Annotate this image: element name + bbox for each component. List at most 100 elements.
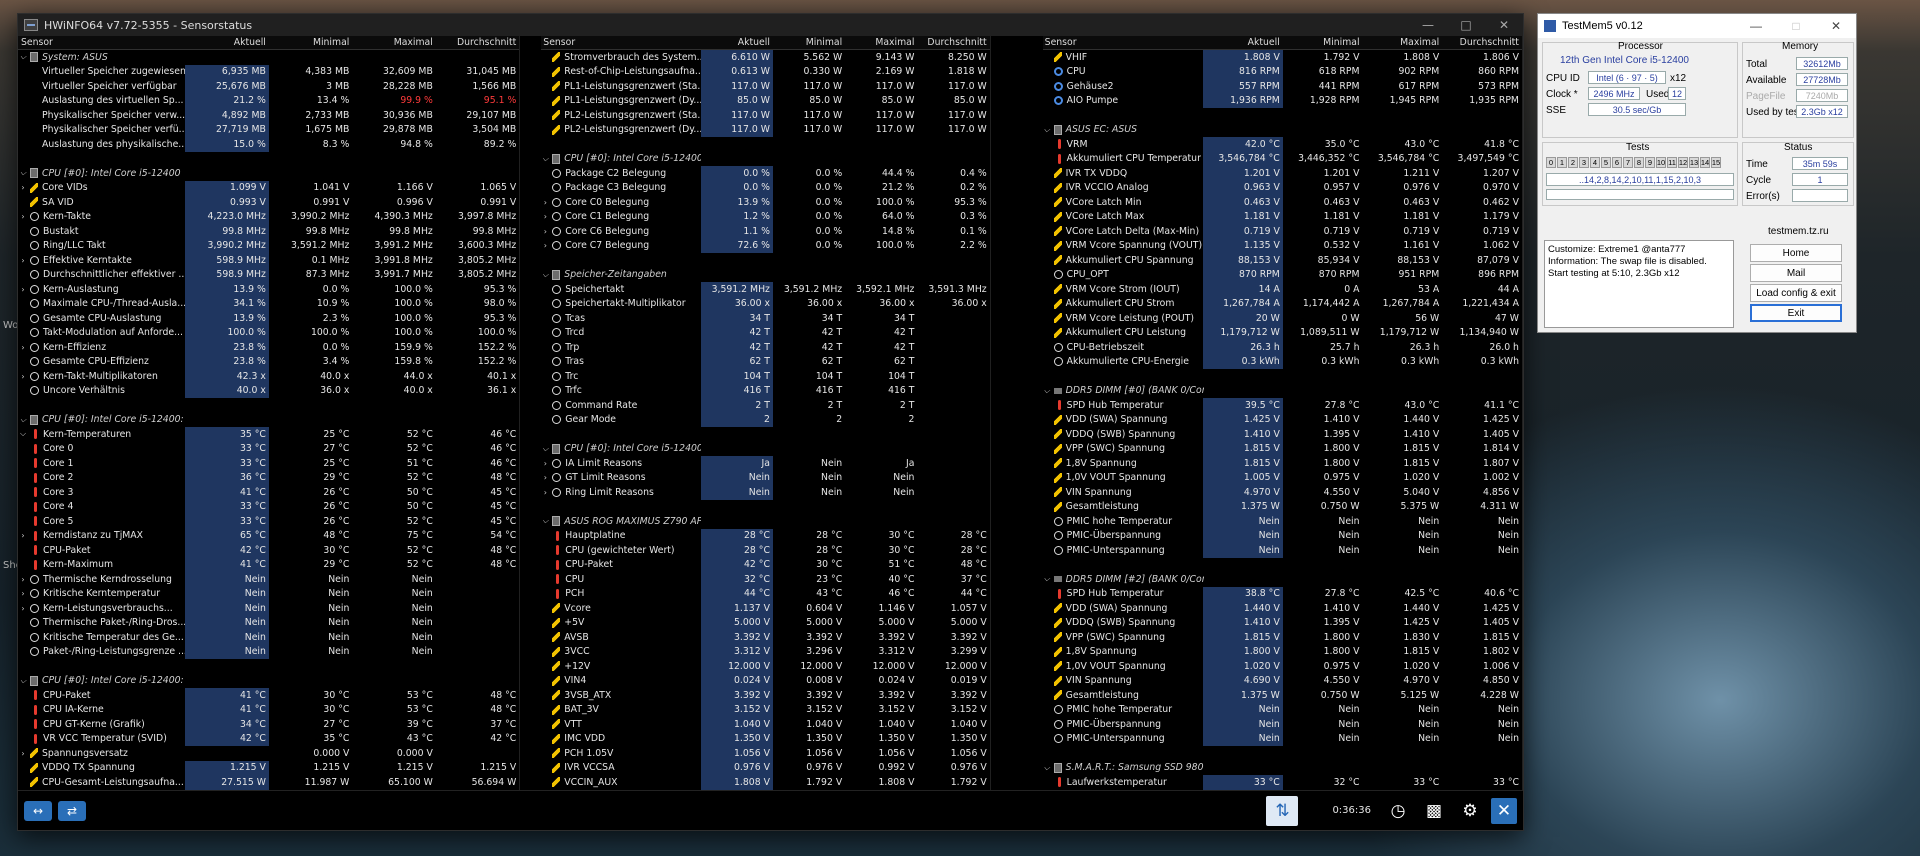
sensor-pane-2[interactable]: Sensor Aktuell Minimal Maximal Durchschnitt S… bbox=[540, 36, 991, 790]
chevron-right-icon[interactable]: › bbox=[540, 473, 550, 482]
sensor-row[interactable]: Speichertakt 3,591.2 MHz 3,591.2 MHz 3,592.… bbox=[540, 282, 989, 297]
sensor-row[interactable]: PMIC-Überspannung Nein Nein Nein Nein bbox=[1042, 528, 1522, 543]
sensor-row[interactable]: › Kern-Leistungsverbrauchs... Nein Nein Nein bbox=[18, 601, 519, 616]
load-config-exit-button[interactable]: Load config & exit bbox=[1750, 284, 1842, 302]
sensor-row[interactable]: Core 2 36 °C 29 °C 52 °C 48 °C bbox=[18, 470, 519, 485]
sensor-group-header[interactable]: ⌵ System: ASUS bbox=[18, 50, 519, 65]
sensor-row[interactable]: › Kern-Effizienz 23.8 % 0.0 % 159.9 % 152.2 % bbox=[18, 340, 519, 355]
chevron-right-icon[interactable]: › bbox=[18, 372, 28, 381]
sensor-row[interactable]: Auslastung des virtuellen Sp... 21.2 % 13.… bbox=[18, 93, 519, 108]
sensor-row[interactable]: Maximale CPU-/Thread-Ausla... 34.1 % 10.9 … bbox=[18, 296, 519, 311]
column-header-1[interactable]: Aktuell bbox=[701, 36, 773, 49]
sensor-row[interactable]: › Core VIDs 1.099 V 1.041 V 1.166 V 1.065 V bbox=[18, 180, 519, 195]
sensor-group-header[interactable]: ⌵ DDR5 DIMM [#0] (BANK 0/Controller0-DIMM… bbox=[1042, 384, 1522, 399]
chevron-down-icon[interactable]: ⌵ bbox=[18, 429, 28, 439]
log-output[interactable]: Customize: Extreme1 @anta777 Information… bbox=[1544, 240, 1734, 328]
sensor-row[interactable]: Akkumuliert CPU Spannung 88,153 V 85,934 V… bbox=[1042, 253, 1522, 268]
chevron-right-icon[interactable]: › bbox=[18, 343, 28, 352]
chevron-right-icon[interactable]: › bbox=[540, 241, 550, 250]
sensor-row[interactable]: PCH 1.05V 1.056 V 1.056 V 1.056 V 1.056 V bbox=[540, 746, 989, 761]
chevron-down-icon[interactable]: ⌵ bbox=[1042, 125, 1052, 135]
sensor-row[interactable]: › Kern-Auslastung 13.9 % 0.0 % 100.0 % 95.3 % bbox=[18, 282, 519, 297]
sensor-group-header[interactable]: ⌵ ASUS EC: ASUS bbox=[1042, 123, 1522, 138]
sensor-row[interactable]: +12V 12.000 V 12.000 V 12.000 V 12.000 V bbox=[540, 659, 989, 674]
sensor-row[interactable]: CPU-Paket 42 °C 30 °C 52 °C 48 °C bbox=[18, 543, 519, 558]
sensor-row[interactable]: › Effektive Kerntakte 598.9 MHz 0.1 MHz 3,99… bbox=[18, 253, 519, 268]
sensor-row[interactable]: › Core C6 Belegung 1.1 % 0.0 % 14.8 % 0.1 % bbox=[540, 224, 989, 239]
sensor-row[interactable]: › Core C1 Belegung 1.2 % 0.0 % 64.0 % 0.3 % bbox=[540, 209, 989, 224]
sensor-row[interactable]: Auslastung des physikalische... 15.0 % 8.3… bbox=[18, 137, 519, 152]
column-header-0[interactable]: Sensor bbox=[18, 36, 185, 49]
sensor-row[interactable]: SPD Hub Temperatur 38.8 °C 27.8 °C 42.5 °C 4… bbox=[1042, 586, 1522, 601]
sensor-row[interactable]: VRM Vcore Strom (IOUT) 14 A 0 A 53 A 44 A bbox=[1042, 282, 1522, 297]
column-header-1[interactable]: Aktuell bbox=[1203, 36, 1283, 49]
chevron-right-icon[interactable]: › bbox=[18, 531, 28, 540]
chevron-right-icon[interactable]: › bbox=[18, 212, 28, 221]
chevron-down-icon[interactable]: ⌵ bbox=[18, 52, 28, 62]
sensor-row[interactable]: Paket-/Ring-Leistungsgrenze ... Nein Nein N… bbox=[18, 644, 519, 659]
sensor-row[interactable]: AVSB 3.392 V 3.392 V 3.392 V 3.392 V bbox=[540, 630, 989, 645]
sensor-row[interactable]: Tras 62 T 62 T 62 T bbox=[540, 354, 989, 369]
sensor-row[interactable]: IVR TX VDDQ 1.201 V 1.201 V 1.211 V 1.207 V bbox=[1042, 166, 1522, 181]
sensor-row[interactable]: VTT 1.040 V 1.040 V 1.040 V 1.040 V bbox=[540, 717, 989, 732]
close-app-icon[interactable]: ✕ bbox=[1491, 797, 1517, 824]
sensor-row[interactable]: Hauptplatine 28 °C 28 °C 30 °C 28 °C bbox=[540, 528, 989, 543]
sensor-row[interactable]: CPU-Paket 41 °C 30 °C 53 °C 48 °C bbox=[18, 688, 519, 703]
chevron-right-icon[interactable]: › bbox=[18, 749, 28, 758]
sensor-row[interactable]: VIN4 0.024 V 0.008 V 0.024 V 0.019 V bbox=[540, 673, 989, 688]
sensor-group-header[interactable]: ⌵ DDR5 DIMM [#2] (BANK 0/Controller1-DIMM… bbox=[1042, 572, 1522, 587]
minimize-button[interactable]: — bbox=[1409, 14, 1447, 36]
sensor-row[interactable]: PMIC hohe Temperatur Nein Nein Nein Nein bbox=[1042, 702, 1522, 717]
sensor-row[interactable]: Package C2 Belegung 0.0 % 0.0 % 44.4 % 0.4 % bbox=[540, 166, 989, 181]
sensor-row[interactable]: CPU-Gesamt-Leistungsaufna... 27.515 W 11.9… bbox=[18, 775, 519, 790]
sensor-row[interactable]: PMIC-Unterspannung Nein Nein Nein Nein bbox=[1042, 543, 1522, 558]
sensor-row[interactable]: Physikalischer Speicher verfü... 27,719 M… bbox=[18, 122, 519, 137]
sensor-group-header[interactable]: ⌵ ASUS ROG MAXIMUS Z790 APEX (Nuvoton NCT… bbox=[540, 514, 989, 529]
sensor-row[interactable]: IMC VDD 1.350 V 1.350 V 1.350 V 1.350 V bbox=[540, 731, 989, 746]
sensor-group-header[interactable]: ⌵ CPU [#0]: Intel Core i5-12400: C-State … bbox=[540, 152, 989, 167]
sensor-row[interactable]: AIO Pumpe 1,936 RPM 1,928 RPM 1,945 RPM 1,93… bbox=[1042, 93, 1522, 108]
sensor-row[interactable]: PMIC-Überspannung Nein Nein Nein Nein bbox=[1042, 717, 1522, 732]
chevron-right-icon[interactable]: › bbox=[540, 227, 550, 236]
sensor-row[interactable]: Gesamte CPU-Auslastung 13.9 % 2.3 % 100.0 %… bbox=[18, 311, 519, 326]
sensor-row[interactable]: Core 5 33 °C 26 °C 52 °C 45 °C bbox=[18, 514, 519, 529]
chevron-right-icon[interactable]: › bbox=[540, 198, 550, 207]
sensor-row[interactable]: CPU (gewichteter Wert) 28 °C 28 °C 30 °C 28 … bbox=[540, 543, 989, 558]
sensor-row[interactable]: Trfc 416 T 416 T 416 T bbox=[540, 383, 989, 398]
sensor-row[interactable]: VCore Latch Min 0.463 V 0.463 V 0.463 V 0.46… bbox=[1042, 195, 1522, 210]
sensor-row[interactable]: BAT_3V 3.152 V 3.152 V 3.152 V 3.152 V bbox=[540, 702, 989, 717]
sensor-row[interactable]: Speichertakt-Multiplikator 36.00 x 36.00 x… bbox=[540, 296, 989, 311]
sensor-pane-1[interactable]: Sensor Aktuell Minimal Maximal Durchschnitt ⌵… bbox=[18, 36, 521, 790]
sensor-row[interactable]: PMIC hohe Temperatur Nein Nein Nein Nein bbox=[1042, 514, 1522, 529]
chevron-down-icon[interactable]: ⌵ bbox=[540, 154, 550, 164]
sensor-row[interactable]: IVR VCCIO Analog 0.963 V 0.957 V 0.976 V 0.9… bbox=[1042, 180, 1522, 195]
sensor-row[interactable]: PL2-Leistungsgrenzwert (Dy... 117.0 W 117.… bbox=[540, 122, 989, 137]
chevron-right-icon[interactable]: › bbox=[18, 604, 28, 613]
column-header-2[interactable]: Minimal bbox=[1283, 36, 1363, 49]
sensor-row[interactable]: Gear Mode 2 2 2 bbox=[540, 412, 989, 427]
sensor-row[interactable]: Core 3 41 °C 26 °C 50 °C 45 °C bbox=[18, 485, 519, 500]
chevron-down-icon[interactable]: ⌵ bbox=[540, 516, 550, 526]
sensor-row[interactable]: Gehäuse2 557 RPM 441 RPM 617 RPM 573 RPM bbox=[1042, 79, 1522, 94]
sensor-row[interactable]: Gesamte CPU-Effizienz 23.8 % 3.4 % 159.8 % 1… bbox=[18, 354, 519, 369]
nav-right-button[interactable]: ⇄ bbox=[58, 800, 86, 821]
sensor-row[interactable]: › Kern-Takt-Multiplikatoren 42.3 x 40.0 x 44… bbox=[18, 369, 519, 384]
settings-gear-icon[interactable]: ⚙ bbox=[1455, 796, 1485, 826]
chevron-down-icon[interactable]: ⌵ bbox=[540, 444, 550, 454]
sensor-row[interactable]: 3VSB_ATX 3.392 V 3.392 V 3.392 V 3.392 V bbox=[540, 688, 989, 703]
sensor-row[interactable]: CPU GT-Kerne (Grafik) 34 °C 27 °C 39 °C 37 °… bbox=[18, 717, 519, 732]
sensor-row[interactable]: Bustakt 99.8 MHz 99.8 MHz 99.8 MHz 99.8 MHz bbox=[18, 224, 519, 239]
sensor-row[interactable]: › Kern-Takte 4,223.0 MHz 3,990.2 MHz 4,390.3… bbox=[18, 209, 519, 224]
sensor-row[interactable]: Takt-Modulation auf Anforde... 100.0 % 100… bbox=[18, 325, 519, 340]
sensor-row[interactable]: VDDQ TX Spannung 1.215 V 1.215 V 1.215 V 1.2… bbox=[18, 760, 519, 775]
sensor-row[interactable]: Akkumulierte CPU-Energie 0.3 kWh 0.3 kWh 0.… bbox=[1042, 354, 1522, 369]
sensor-row[interactable]: › Kritische Kerntemperatur Nein Nein Nein bbox=[18, 586, 519, 601]
sensor-row[interactable]: Core 0 33 °C 27 °C 52 °C 46 °C bbox=[18, 441, 519, 456]
scrollbar-1[interactable] bbox=[521, 36, 541, 790]
chevron-right-icon[interactable]: › bbox=[540, 488, 550, 497]
sensor-row[interactable]: CPU IA-Kerne 41 °C 30 °C 53 °C 48 °C bbox=[18, 702, 519, 717]
close-button[interactable]: ✕ bbox=[1485, 14, 1523, 36]
column-header-3[interactable]: Maximal bbox=[1363, 36, 1443, 49]
chevron-right-icon[interactable]: › bbox=[540, 212, 550, 221]
sensor-row[interactable]: VDDQ (SWB) Spannung 1.410 V 1.395 V 1.425 V… bbox=[1042, 615, 1522, 630]
